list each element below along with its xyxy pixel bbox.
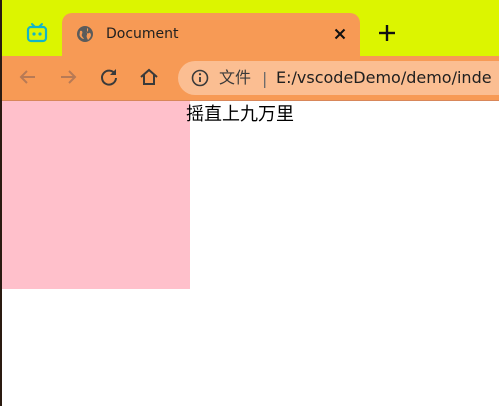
security-label: 文件 <box>219 68 252 87</box>
arrow-left-icon[interactable] <box>17 66 39 88</box>
bilibili-tv-icon[interactable] <box>26 22 48 44</box>
info-icon[interactable] <box>191 69 209 87</box>
browser-window: Document 文件 | E:/vscodeDemo/demo/inde 摇直… <box>0 0 499 406</box>
page-viewport: 摇直上九万里 <box>0 101 499 406</box>
tab-strip: Document <box>0 0 499 56</box>
globe-icon <box>76 25 94 43</box>
pink-box <box>0 101 190 289</box>
plus-icon[interactable] <box>376 22 398 44</box>
reload-icon[interactable] <box>98 66 120 88</box>
toolbar: 文件 | E:/vscodeDemo/demo/inde <box>0 56 499 101</box>
tab-title: Document <box>106 26 179 42</box>
close-icon[interactable] <box>330 24 350 44</box>
tab-document[interactable]: Document <box>62 13 360 56</box>
omnibox-separator: | <box>262 69 268 88</box>
page-text: 摇直上九万里 <box>186 104 294 125</box>
arrow-right-icon[interactable] <box>57 66 79 88</box>
address-bar[interactable]: 文件 | E:/vscodeDemo/demo/inde <box>178 61 499 95</box>
home-icon[interactable] <box>138 66 160 88</box>
window-left-edge <box>0 0 2 406</box>
url-text[interactable]: E:/vscodeDemo/demo/inde <box>276 67 492 89</box>
